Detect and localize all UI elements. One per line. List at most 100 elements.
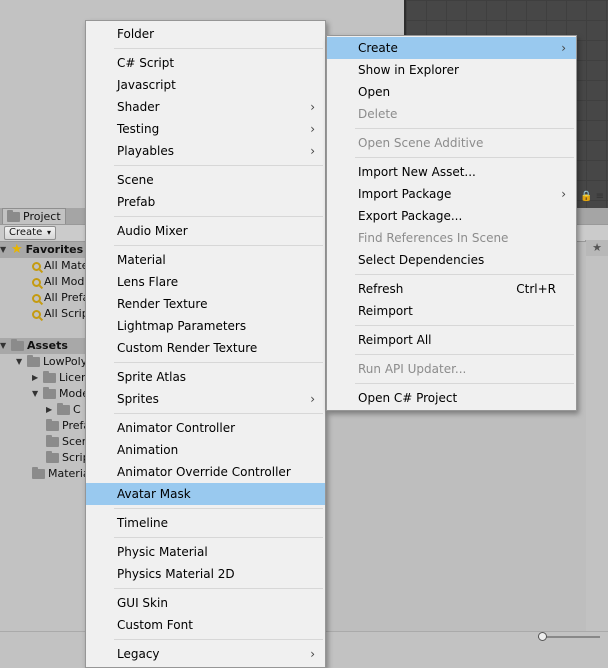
create-submenu: Folder C# Script Javascript Shader › Testing ›… [85, 20, 326, 668]
create-submenu-item-javascript[interactable]: Javascript [86, 74, 325, 96]
menu-item-label: Audio Mixer [117, 224, 188, 238]
context-menu-item-import-package[interactable]: Import Package › [327, 183, 576, 205]
triangle-down-icon[interactable]: ▼ [0, 242, 8, 258]
project-tab[interactable]: Project [2, 208, 66, 224]
create-submenu-item-prefab[interactable]: Prefab [86, 191, 325, 213]
menu-separator [114, 362, 323, 363]
search-icon [32, 277, 41, 287]
create-submenu-item-playables[interactable]: Playables › [86, 140, 325, 162]
context-menu-item-refresh[interactable]: Refresh Ctrl+R [327, 278, 576, 300]
menu-item-label: Timeline [117, 516, 169, 530]
create-submenu-item-avatar-mask[interactable]: Avatar Mask [86, 483, 325, 505]
search-icon [32, 261, 41, 271]
menu-item-label: Custom Font [117, 618, 193, 632]
menu-item-label: C# Script [117, 56, 175, 70]
folder-icon [57, 403, 70, 415]
menu-item-label: Export Package... [358, 209, 463, 223]
create-submenu-item-sprites[interactable]: Sprites › [86, 388, 325, 410]
create-submenu-item-lightmap-parameters[interactable]: Lightmap Parameters [86, 315, 325, 337]
menu-item-label: Open C# Project [358, 391, 458, 405]
context-menu-item-open[interactable]: Open [327, 81, 576, 103]
menu-separator [114, 508, 323, 509]
menu-item-label: Animator Override Controller [117, 465, 291, 479]
context-menu-item-reimport[interactable]: Reimport [327, 300, 576, 322]
favorite-star-button[interactable]: ★ [585, 240, 608, 256]
zoom-slider-knob[interactable] [538, 632, 547, 641]
menu-item-label: Sprite Atlas [117, 370, 187, 384]
star-icon: ★ [11, 242, 23, 257]
create-dropdown-button[interactable]: Create ▾ [4, 226, 56, 240]
create-submenu-item-physic-material[interactable]: Physic Material [86, 541, 325, 563]
create-submenu-item-animator-controller[interactable]: Animator Controller [86, 417, 325, 439]
create-button-label: Create [9, 227, 43, 238]
context-menu-item-select-dependencies[interactable]: Select Dependencies [327, 249, 576, 271]
zoom-slider[interactable] [538, 632, 600, 641]
menu-separator [114, 537, 323, 538]
triangle-down-icon[interactable]: ▼ [0, 338, 8, 354]
menu-item-label: Folder [117, 27, 155, 41]
create-submenu-item-physics-material-2d[interactable]: Physics Material 2D [86, 563, 325, 585]
create-submenu-item-animator-override-controller[interactable]: Animator Override Controller [86, 461, 325, 483]
create-submenu-item-animation[interactable]: Animation [86, 439, 325, 461]
menu-item-label: Run API Updater... [358, 362, 467, 376]
menu-item-label: Refresh [358, 282, 404, 296]
menu-item-label: Javascript [117, 78, 176, 92]
menu-item-label: Open Scene Additive [358, 136, 484, 150]
chevron-right-icon: › [310, 392, 315, 406]
create-submenu-item-lens-flare[interactable]: Lens Flare [86, 271, 325, 293]
menu-item-label: Show in Explorer [358, 63, 459, 77]
context-menu-item-create[interactable]: Create › [327, 37, 576, 59]
menu-item-label: Shader [117, 100, 160, 114]
triangle-right-icon[interactable]: ▶ [32, 370, 40, 386]
create-submenu-item-folder[interactable]: Folder [86, 23, 325, 45]
create-submenu-item-material[interactable]: Material [86, 249, 325, 271]
context-menu-item-import-new-asset[interactable]: Import New Asset... [327, 161, 576, 183]
context-menu-item-show-in-explorer[interactable]: Show in Explorer [327, 59, 576, 81]
menu-separator [114, 588, 323, 589]
folder-icon [43, 387, 56, 399]
chevron-right-icon: › [561, 187, 566, 201]
create-submenu-item-scene[interactable]: Scene [86, 169, 325, 191]
context-menu-item-export-package[interactable]: Export Package... [327, 205, 576, 227]
menu-separator [114, 216, 323, 217]
lock-icon[interactable]: 🔒 ≡ [580, 191, 604, 202]
folder-icon [46, 419, 59, 431]
create-submenu-item-legacy[interactable]: Legacy › [86, 643, 325, 665]
favorites-section[interactable]: ▼ ★ Favorites [0, 242, 88, 258]
tree-item-label: LowPoly [43, 355, 88, 368]
context-menu-item-reimport-all[interactable]: Reimport All [327, 329, 576, 351]
folder-icon [43, 371, 56, 383]
menu-item-label: Import New Asset... [358, 165, 476, 179]
create-submenu-item-audio-mixer[interactable]: Audio Mixer [86, 220, 325, 242]
tree-item[interactable]: ▼ LowPoly [16, 354, 87, 370]
create-submenu-item-gui-skin[interactable]: GUI Skin [86, 592, 325, 614]
menu-item-label: Reimport [358, 304, 413, 318]
create-submenu-item-render-texture[interactable]: Render Texture [86, 293, 325, 315]
create-submenu-item-c-script[interactable]: C# Script [86, 52, 325, 74]
caret-down-icon: ▾ [46, 228, 51, 237]
triangle-down-icon[interactable]: ▼ [16, 354, 24, 370]
context-menu-item-delete: Delete [327, 103, 576, 125]
create-submenu-item-testing[interactable]: Testing › [86, 118, 325, 140]
menu-item-label: Delete [358, 107, 398, 121]
assets-section[interactable]: ▼ Assets [0, 338, 88, 354]
context-menu-item-find-references-in-scene: Find References In Scene [327, 227, 576, 249]
create-submenu-item-custom-render-texture[interactable]: Custom Render Texture [86, 337, 325, 359]
triangle-down-icon[interactable]: ▼ [32, 386, 40, 402]
create-submenu-item-custom-font[interactable]: Custom Font [86, 614, 325, 636]
create-submenu-item-shader[interactable]: Shader › [86, 96, 325, 118]
menu-item-label: Prefab [117, 195, 156, 209]
triangle-right-icon[interactable]: ▶ [46, 402, 54, 418]
chevron-right-icon: › [310, 122, 315, 136]
search-icon [32, 293, 41, 303]
menu-item-label: Physics Material 2D [117, 567, 235, 581]
menu-item-label: Find References In Scene [358, 231, 509, 245]
search-icon [32, 309, 41, 319]
menu-item-label: Physic Material [117, 545, 208, 559]
menu-item-label: GUI Skin [117, 596, 168, 610]
context-menu-item-open-c-project[interactable]: Open C# Project [327, 387, 576, 409]
create-submenu-item-sprite-atlas[interactable]: Sprite Atlas [86, 366, 325, 388]
tree-item[interactable]: ▶ C [46, 402, 81, 418]
create-submenu-item-timeline[interactable]: Timeline [86, 512, 325, 534]
project-tab-label: Project [23, 210, 61, 223]
